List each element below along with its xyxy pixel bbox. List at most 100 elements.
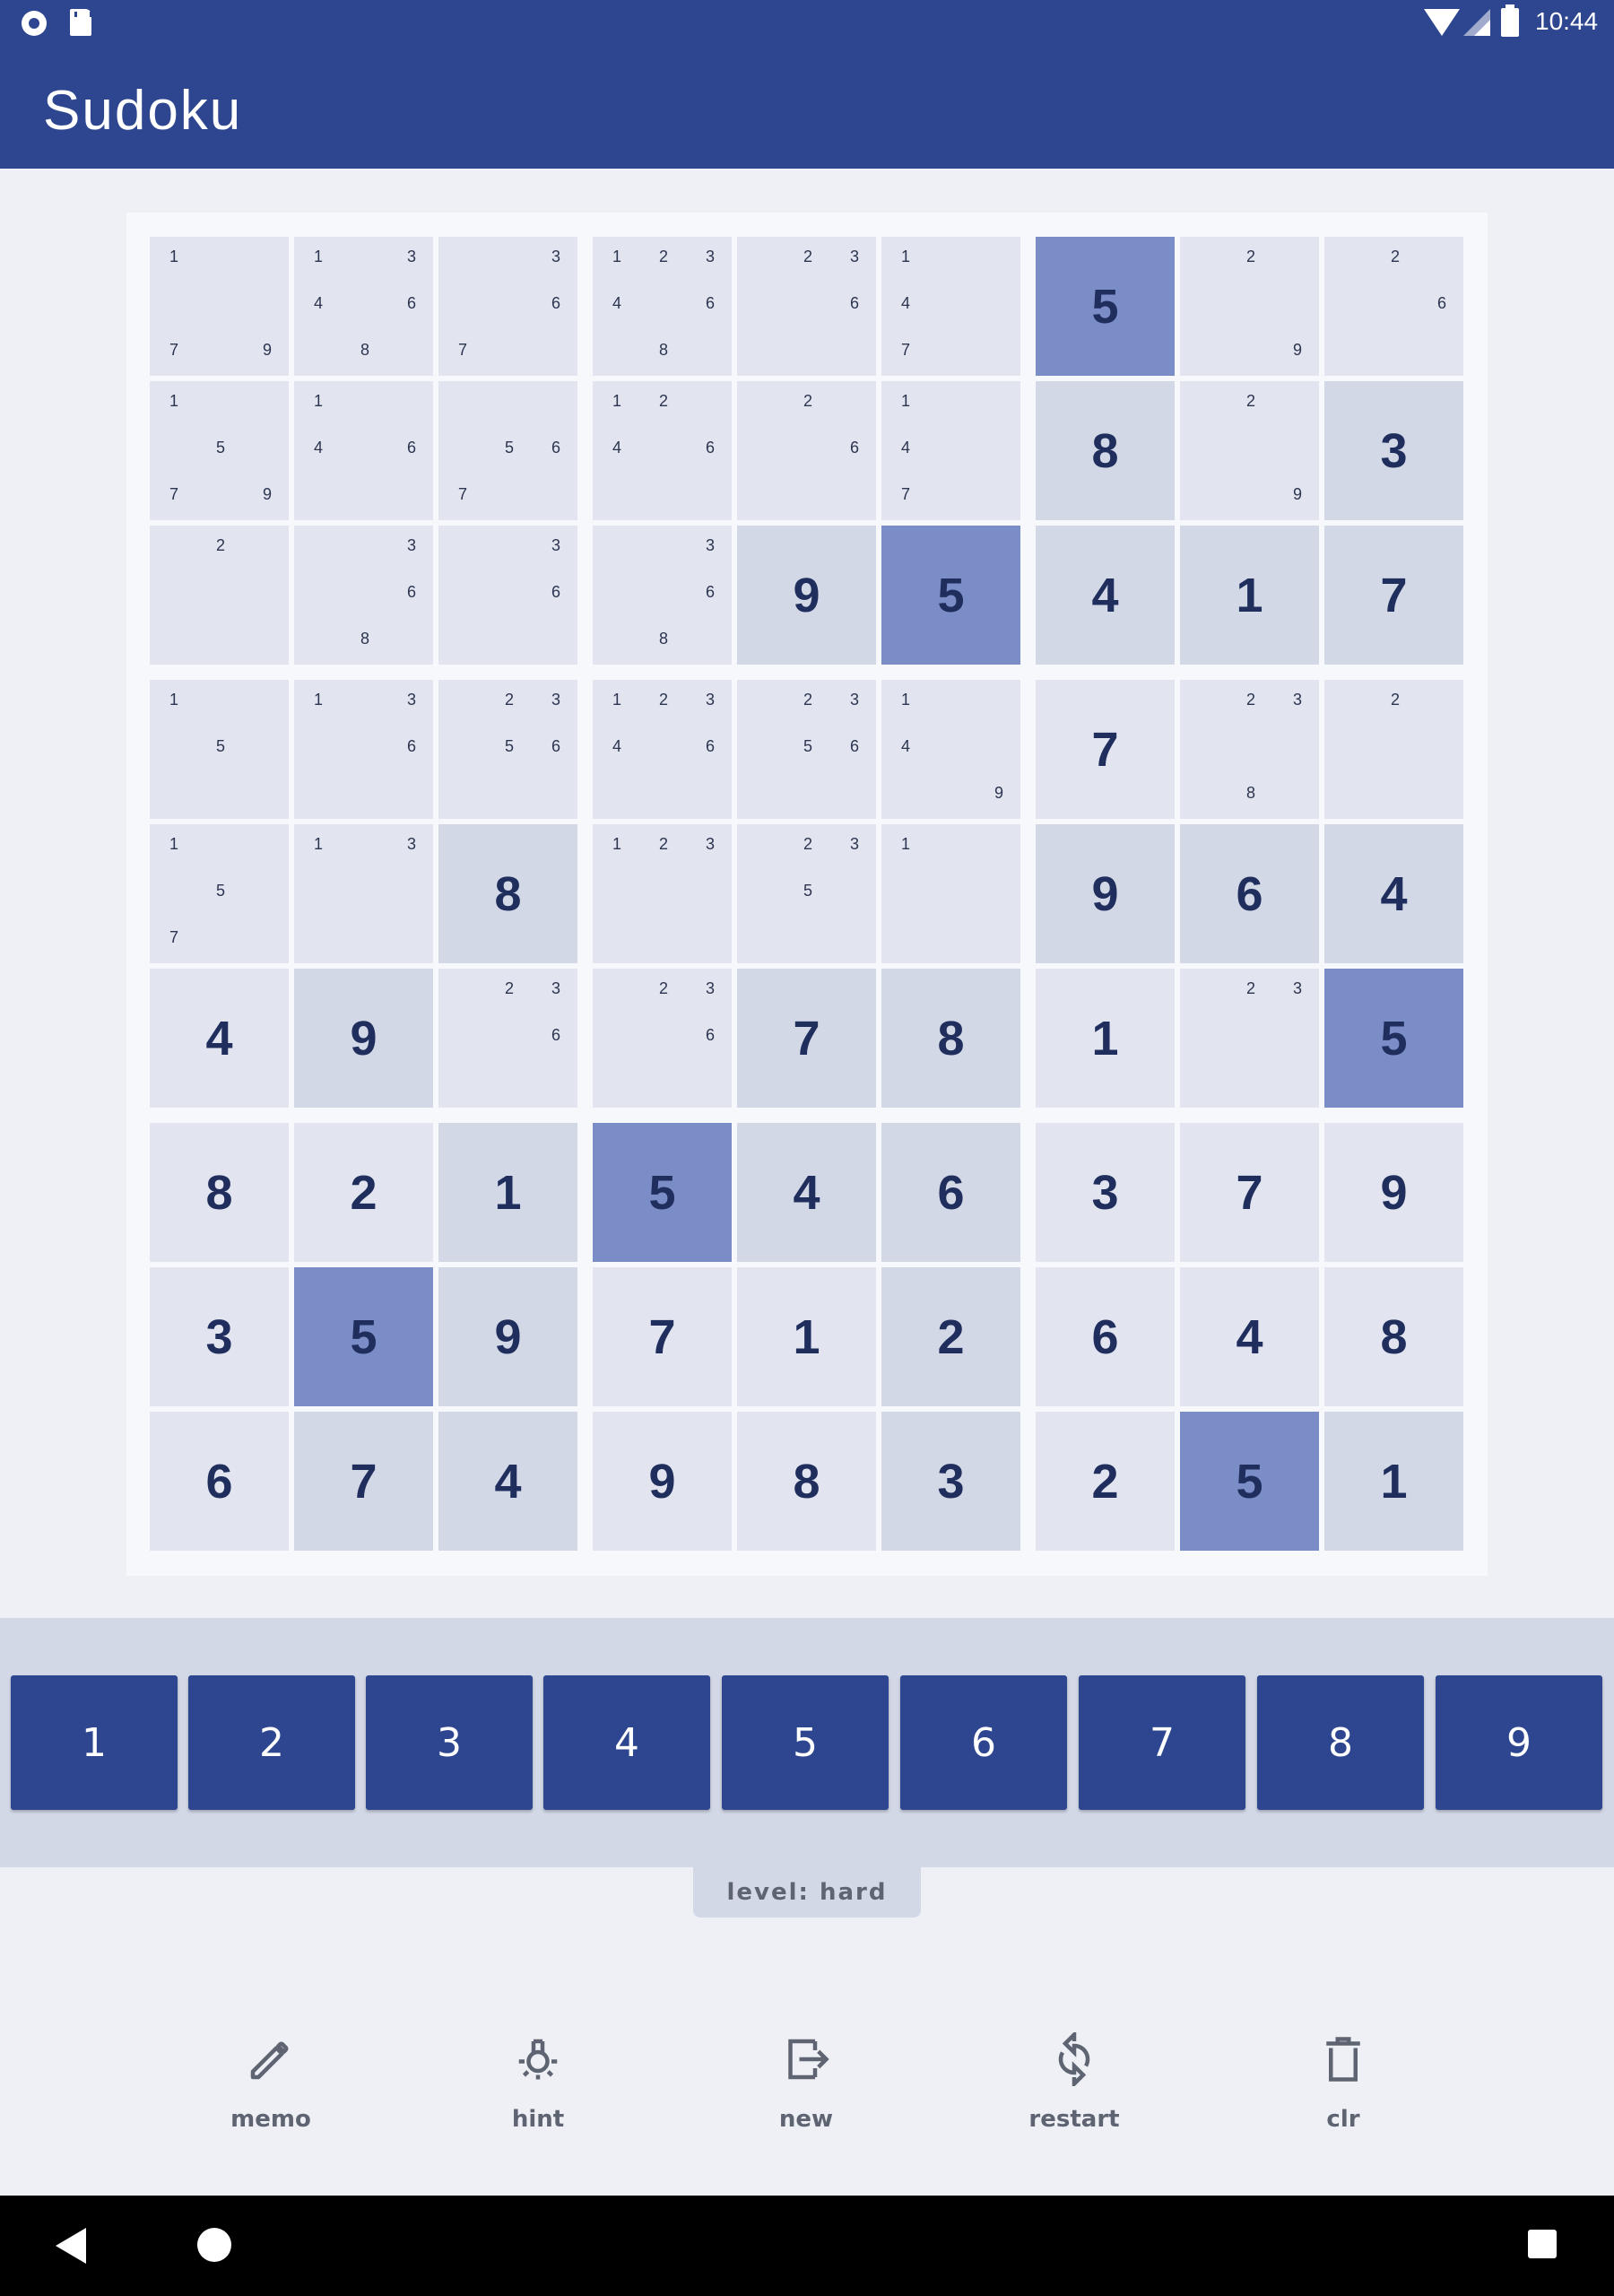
cell-r5-c3[interactable]: 8 — [438, 824, 577, 963]
number-button-5[interactable]: 5 — [722, 1675, 889, 1810]
new-game-button[interactable]: new — [734, 2027, 878, 2144]
memo-button[interactable]: memo — [199, 2027, 343, 2144]
cell-r6-c4[interactable]: 2 3 6 — [593, 969, 732, 1108]
cell-r5-c1[interactable]: 1 5 7 — [150, 824, 289, 963]
cell-value: 7 — [1091, 722, 1119, 777]
cell-r3-c3[interactable]: 36 — [438, 526, 577, 665]
cell-r9-c1[interactable]: 6 — [150, 1412, 289, 1551]
number-button-7[interactable]: 7 — [1079, 1675, 1245, 1810]
cell-r7-c2[interactable]: 2 — [294, 1123, 433, 1262]
cell-r7-c5[interactable]: 4 — [737, 1123, 876, 1262]
cell-r9-c3[interactable]: 4 — [438, 1412, 577, 1551]
cell-r5-c5[interactable]: 2 3 5 — [737, 824, 876, 963]
cell-r7-c3[interactable]: 1 — [438, 1123, 577, 1262]
cell-r3-c2[interactable]: 3 6 8 — [294, 526, 433, 665]
cell-r9-c2[interactable]: 7 — [294, 1412, 433, 1551]
cell-r8-c4[interactable]: 7 — [593, 1267, 732, 1406]
cell-r8-c7[interactable]: 6 — [1036, 1267, 1175, 1406]
cell-r3-c8[interactable]: 1 — [1180, 526, 1319, 665]
cell-r6-c9[interactable]: 5 — [1324, 969, 1463, 1108]
number-button-1[interactable]: 1 — [11, 1675, 178, 1810]
cell-r1-c6[interactable]: 1 4 7 — [881, 237, 1020, 376]
cell-value: 6 — [1091, 1309, 1119, 1364]
cell-r8-c6[interactable]: 2 — [881, 1267, 1020, 1406]
hint-button[interactable]: hint — [466, 2027, 610, 2144]
cell-r6-c7[interactable]: 1 — [1036, 969, 1175, 1108]
cell-r2-c9[interactable]: 3 — [1324, 381, 1463, 520]
cell-r6-c3[interactable]: 2 3 6 — [438, 969, 577, 1108]
cell-r7-c9[interactable]: 9 — [1324, 1123, 1463, 1262]
cell-r6-c6[interactable]: 8 — [881, 969, 1020, 1108]
cell-r4-c4[interactable]: 1 2 3 4 6 — [593, 680, 732, 819]
cell-r2-c8[interactable]: 29 — [1180, 381, 1319, 520]
cell-r4-c5[interactable]: 2 3 5 6 — [737, 680, 876, 819]
cell-r6-c2[interactable]: 9 — [294, 969, 433, 1108]
cell-r8-c3[interactable]: 9 — [438, 1267, 577, 1406]
cell-r5-c2[interactable]: 13 — [294, 824, 433, 963]
number-button-4[interactable]: 4 — [543, 1675, 710, 1810]
cell-r5-c4[interactable]: 1 2 3 — [593, 824, 732, 963]
number-button-6[interactable]: 6 — [900, 1675, 1067, 1810]
cell-r4-c2[interactable]: 1 3 6 — [294, 680, 433, 819]
cell-r1-c2[interactable]: 1 3 4 6 8 — [294, 237, 433, 376]
cell-r9-c9[interactable]: 1 — [1324, 1412, 1463, 1551]
cell-r8-c1[interactable]: 3 — [150, 1267, 289, 1406]
cell-r4-c1[interactable]: 15 — [150, 680, 289, 819]
cell-r8-c9[interactable]: 8 — [1324, 1267, 1463, 1406]
cell-r4-c9[interactable]: 2 — [1324, 680, 1463, 819]
cell-r7-c1[interactable]: 8 — [150, 1123, 289, 1262]
cell-r8-c5[interactable]: 1 — [737, 1267, 876, 1406]
cell-r5-c9[interactable]: 4 — [1324, 824, 1463, 963]
home-icon[interactable] — [197, 2228, 231, 2262]
cell-r2-c2[interactable]: 1 4 6 — [294, 381, 433, 520]
cell-r9-c4[interactable]: 9 — [593, 1412, 732, 1551]
cell-r1-c3[interactable]: 3 6 7 — [438, 237, 577, 376]
cell-r3-c1[interactable]: 2 — [150, 526, 289, 665]
cell-r2-c4[interactable]: 1 2 4 6 — [593, 381, 732, 520]
cell-r2-c5[interactable]: 26 — [737, 381, 876, 520]
cell-r9-c5[interactable]: 8 — [737, 1412, 876, 1551]
cell-r7-c7[interactable]: 3 — [1036, 1123, 1175, 1262]
cell-r3-c5[interactable]: 9 — [737, 526, 876, 665]
clear-button[interactable]: clr — [1271, 2027, 1415, 2144]
cell-r9-c6[interactable]: 3 — [881, 1412, 1020, 1551]
number-button-9[interactable]: 9 — [1436, 1675, 1602, 1810]
cell-r1-c7[interactable]: 5 — [1036, 237, 1175, 376]
cell-r7-c4[interactable]: 5 — [593, 1123, 732, 1262]
cell-r2-c7[interactable]: 8 — [1036, 381, 1175, 520]
number-button-3[interactable]: 3 — [366, 1675, 533, 1810]
number-button-8[interactable]: 8 — [1257, 1675, 1424, 1810]
cell-r6-c8[interactable]: 23 — [1180, 969, 1319, 1108]
cell-r3-c9[interactable]: 7 — [1324, 526, 1463, 665]
cell-r1-c9[interactable]: 26 — [1324, 237, 1463, 376]
cell-r1-c4[interactable]: 1 2 3 4 6 8 — [593, 237, 732, 376]
cell-r7-c6[interactable]: 6 — [881, 1123, 1020, 1262]
cell-r2-c1[interactable]: 1579 — [150, 381, 289, 520]
cell-r3-c4[interactable]: 3 6 8 — [593, 526, 732, 665]
cell-r8-c2[interactable]: 5 — [294, 1267, 433, 1406]
cell-r3-c7[interactable]: 4 — [1036, 526, 1175, 665]
cell-r8-c8[interactable]: 4 — [1180, 1267, 1319, 1406]
cell-r3-c6[interactable]: 5 — [881, 526, 1020, 665]
cell-r4-c8[interactable]: 2 3 8 — [1180, 680, 1319, 819]
cell-r2-c6[interactable]: 1 4 7 — [881, 381, 1020, 520]
cell-r9-c7[interactable]: 2 — [1036, 1412, 1175, 1551]
restart-button[interactable]: restart — [1002, 2027, 1146, 2144]
cell-r1-c1[interactable]: 1 7 9 — [150, 237, 289, 376]
cell-r6-c5[interactable]: 7 — [737, 969, 876, 1108]
cell-r4-c7[interactable]: 7 — [1036, 680, 1175, 819]
cell-r1-c8[interactable]: 29 — [1180, 237, 1319, 376]
cell-r2-c3[interactable]: 5 6 7 — [438, 381, 577, 520]
cell-r4-c6[interactable]: 1 4 9 — [881, 680, 1020, 819]
back-icon[interactable] — [56, 2228, 86, 2264]
cell-r9-c8[interactable]: 5 — [1180, 1412, 1319, 1551]
cell-r7-c8[interactable]: 7 — [1180, 1123, 1319, 1262]
number-button-2[interactable]: 2 — [188, 1675, 355, 1810]
cell-r5-c6[interactable]: 1 — [881, 824, 1020, 963]
cell-r4-c3[interactable]: 2 3 5 6 — [438, 680, 577, 819]
cell-r5-c8[interactable]: 6 — [1180, 824, 1319, 963]
recents-icon[interactable] — [1528, 2230, 1557, 2258]
cell-r1-c5[interactable]: 2 3 6 — [737, 237, 876, 376]
cell-r5-c7[interactable]: 9 — [1036, 824, 1175, 963]
cell-r6-c1[interactable]: 4 — [150, 969, 289, 1108]
